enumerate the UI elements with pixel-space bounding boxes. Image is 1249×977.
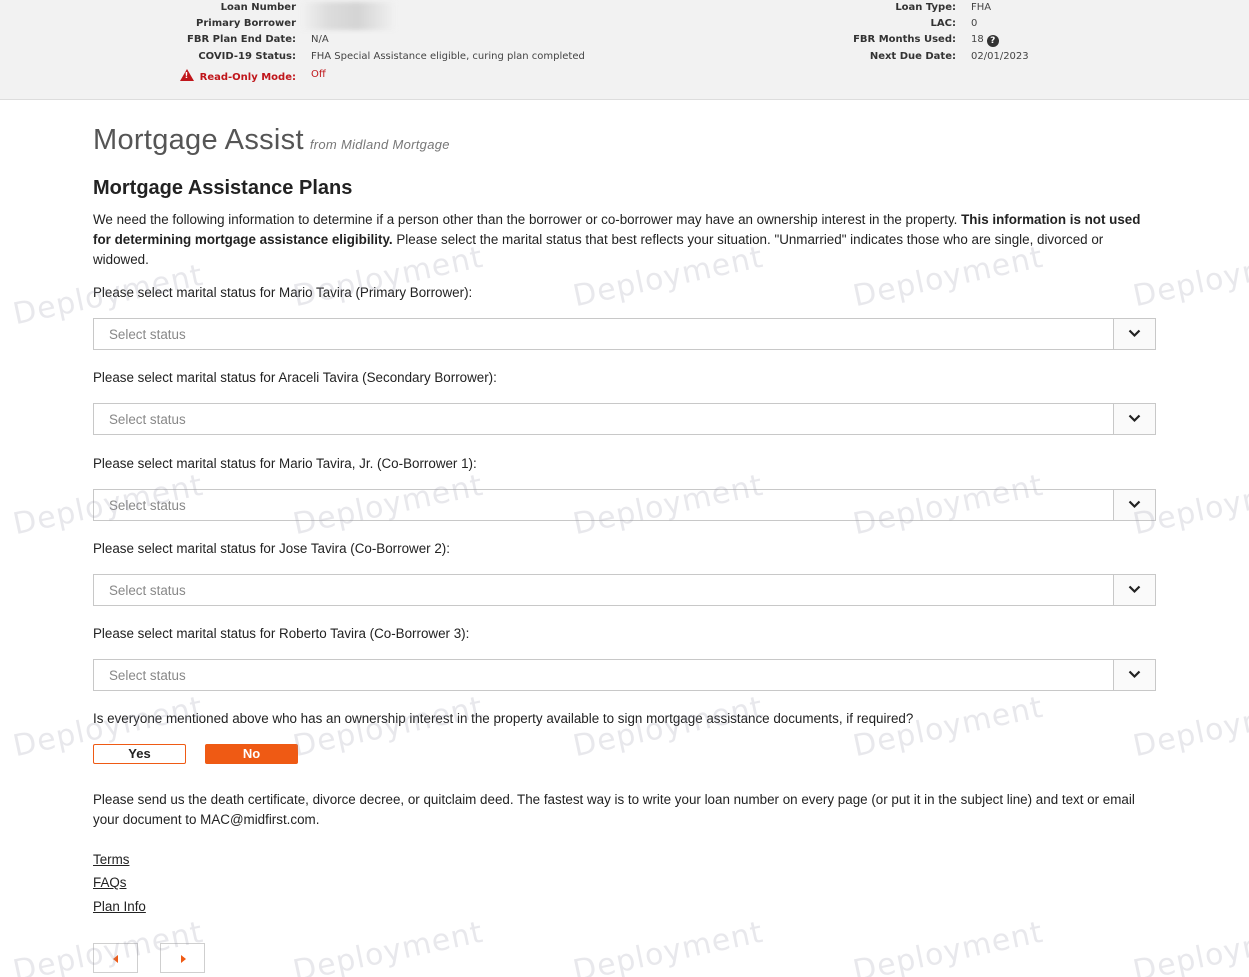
- loan-type-value: FHA: [971, 2, 992, 13]
- warning-icon: [179, 69, 194, 81]
- marital-status-select-2[interactable]: Select status: [93, 403, 1156, 435]
- fbr-months-row: FBR Months Used: 18?: [0, 33, 1200, 47]
- loan-info-header: Loan Number Primary Borrower FBR Plan En…: [0, 0, 1249, 100]
- select-placeholder: Select status: [109, 327, 186, 342]
- send-documents-text: Please send us the death certificate, di…: [93, 792, 1135, 827]
- marital-status-select-1[interactable]: Select status: [93, 318, 1156, 350]
- next-due-value: 02/01/2023: [971, 51, 1029, 62]
- plan-info-link[interactable]: Plan Info: [93, 899, 146, 914]
- select-placeholder: Select status: [109, 498, 186, 513]
- select-placeholder: Select status: [109, 668, 186, 683]
- lac-value: 0: [971, 18, 978, 29]
- next-due-label: Next Due Date:: [869, 51, 956, 62]
- watermark: Deployment: [1130, 914, 1249, 977]
- next-button[interactable]: [160, 943, 205, 973]
- marital-status-label-3: Please select marital status for Mario T…: [93, 456, 477, 471]
- fbr-months-value-wrap: 18?: [971, 33, 999, 47]
- watermark: Deployment: [570, 689, 767, 765]
- watermark: Deployment: [570, 914, 767, 977]
- marital-status-select-5[interactable]: Select status: [93, 659, 1156, 691]
- marital-status-select-4[interactable]: Select status: [93, 574, 1156, 606]
- read-only-mode-row: Read-Only Mode: Off: [0, 68, 700, 85]
- read-only-mode-label-wrap: Read-Only Mode:: [0, 68, 296, 85]
- marital-status-label-2: Please select marital status for Araceli…: [93, 370, 497, 385]
- app-title-text: Mortgage Assist: [93, 124, 304, 156]
- lac-label: LAC:: [930, 18, 956, 29]
- chevron-down-icon[interactable]: [1113, 404, 1155, 434]
- terms-link[interactable]: Terms: [93, 852, 129, 867]
- watermark: Deployment: [1130, 689, 1249, 765]
- previous-button[interactable]: [93, 943, 138, 973]
- read-only-mode-label: Read-Only Mode:: [199, 72, 296, 83]
- read-only-mode-value: Off: [311, 69, 326, 80]
- intro-text-1: We need the following information to det…: [93, 212, 962, 227]
- watermark: Deployment: [850, 914, 1047, 977]
- section-title: Mortgage Assistance Plans: [93, 177, 353, 199]
- help-icon[interactable]: ?: [986, 35, 999, 47]
- watermark: Deployment: [290, 914, 487, 977]
- chevron-down-icon[interactable]: [1113, 319, 1155, 349]
- next-due-row: Next Due Date: 02/01/2023: [0, 50, 1200, 64]
- chevron-down-icon[interactable]: [1113, 660, 1155, 690]
- no-button[interactable]: No: [205, 744, 298, 764]
- faqs-link[interactable]: FAQs: [93, 875, 126, 890]
- sign-availability-question: Is everyone mentioned above who has an o…: [93, 711, 914, 726]
- app-title: Mortgage Assist from Midland Mortgage: [93, 124, 450, 157]
- marital-status-label-4: Please select marital status for Jose Ta…: [93, 541, 450, 556]
- loan-type-label: Loan Type:: [895, 2, 956, 13]
- marital-status-label-1: Please select marital status for Mario T…: [93, 285, 473, 300]
- app-subtitle: from Midland Mortgage: [309, 137, 450, 152]
- lac-row: LAC: 0: [0, 17, 1200, 31]
- caret-right-icon: [181, 955, 186, 963]
- fbr-months-value: 18: [971, 34, 984, 45]
- select-placeholder: Select status: [109, 412, 186, 427]
- yes-button[interactable]: Yes: [93, 744, 186, 764]
- watermark: Deployment: [850, 689, 1047, 765]
- caret-left-icon: [113, 955, 118, 963]
- watermark: Deployment: [290, 689, 487, 765]
- marital-status-select-3[interactable]: Select status: [93, 489, 1156, 521]
- select-placeholder: Select status: [109, 583, 186, 598]
- fbr-months-label: FBR Months Used:: [853, 34, 956, 45]
- intro-paragraph: We need the following information to det…: [93, 210, 1156, 270]
- chevron-down-icon[interactable]: [1113, 490, 1155, 520]
- loan-type-row: Loan Type: FHA: [0, 1, 1200, 15]
- chevron-down-icon[interactable]: [1113, 575, 1155, 605]
- marital-status-label-5: Please select marital status for Roberto…: [93, 626, 470, 641]
